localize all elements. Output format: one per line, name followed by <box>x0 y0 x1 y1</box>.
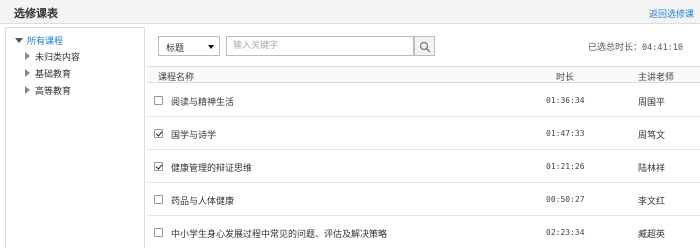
course-duration: 02:23:34 <box>546 228 585 237</box>
category-tree: 所有课程 未归类内容 基础教育 高等教育 <box>5 27 145 248</box>
course-list-panel: 标题 已选总时长：04:41:10 课程名称 时长 主讲老师 阅读与精神生活 01… <box>147 27 700 248</box>
course-duration: 01:36:34 <box>546 96 585 105</box>
expand-down-icon <box>15 35 23 45</box>
course-teacher: 臧超英 <box>638 230 666 240</box>
tree-node-uncategorized[interactable]: 未归类内容 <box>23 48 80 64</box>
search-icon <box>419 41 431 53</box>
table-row: 阅读与精神生活 01:36:34 周国平 <box>147 84 700 117</box>
table-row: 药品与人体健康 00:50:27 李文红 <box>147 183 700 216</box>
tree-node-label: 基础教育 <box>35 69 72 80</box>
course-select-checkbox[interactable] <box>154 162 163 171</box>
search-input[interactable] <box>226 36 414 56</box>
course-select-checkbox[interactable] <box>154 228 163 237</box>
course-select-checkbox[interactable] <box>154 195 163 204</box>
column-header-name: 课程名称 <box>158 73 195 83</box>
expand-right-icon <box>23 51 31 61</box>
course-select-checkbox[interactable] <box>154 129 163 138</box>
tree-node-label: 未归类内容 <box>35 52 81 63</box>
table-row: 国学与诗学 01:47:33 周笃文 <box>147 117 700 150</box>
course-name: 国学与诗学 <box>171 131 217 141</box>
tree-node-higher-education[interactable]: 高等教育 <box>23 82 71 98</box>
caret-down-icon <box>208 45 214 49</box>
tree-node-label: 高等教育 <box>35 86 72 97</box>
course-name: 健康管理的辩证思维 <box>171 164 253 174</box>
course-teacher: 李文红 <box>638 197 666 207</box>
tree-node-all-courses[interactable]: 所有课程 <box>15 32 63 48</box>
select-value: 标题 <box>166 44 185 54</box>
course-teacher: 周笃文 <box>638 131 666 141</box>
page-header: 选修课表 返回选修课 <box>0 0 700 24</box>
page-title: 选修课表 <box>14 7 58 20</box>
course-teacher: 周国平 <box>638 98 666 108</box>
table-header: 课程名称 时长 主讲老师 <box>147 66 700 83</box>
search-button[interactable] <box>414 36 435 56</box>
search-field-select[interactable]: 标题 <box>158 36 220 56</box>
total-label: 已选总时长： <box>588 43 643 53</box>
course-teacher: 陆林祥 <box>638 164 666 174</box>
column-header-teacher: 主讲老师 <box>638 73 675 83</box>
course-select-checkbox[interactable] <box>154 96 163 105</box>
expand-right-icon <box>23 68 31 78</box>
course-duration: 01:47:33 <box>546 129 585 138</box>
table-row: 健康管理的辩证思维 01:21:26 陆林祥 <box>147 150 700 183</box>
course-name: 药品与人体健康 <box>171 197 235 207</box>
table-row: 中小学生身心发展过程中常见的问题、评估及解决策略 02:23:34 臧超英 <box>147 216 700 248</box>
expand-right-icon <box>23 85 31 95</box>
tree-node-basic-education[interactable]: 基础教育 <box>23 65 71 81</box>
column-header-duration: 时长 <box>556 73 575 83</box>
course-duration: 01:21:26 <box>546 162 585 171</box>
back-to-electives-link[interactable]: 返回选修课 <box>649 7 694 20</box>
total-selected-duration: 已选总时长：04:41:10 <box>588 40 683 53</box>
course-duration: 00:50:27 <box>546 195 585 204</box>
tree-node-label: 所有课程 <box>27 36 64 47</box>
total-time: 04:41:10 <box>642 43 683 53</box>
course-name: 阅读与精神生活 <box>171 98 235 108</box>
course-name: 中小学生身心发展过程中常见的问题、评估及解决策略 <box>171 230 388 240</box>
